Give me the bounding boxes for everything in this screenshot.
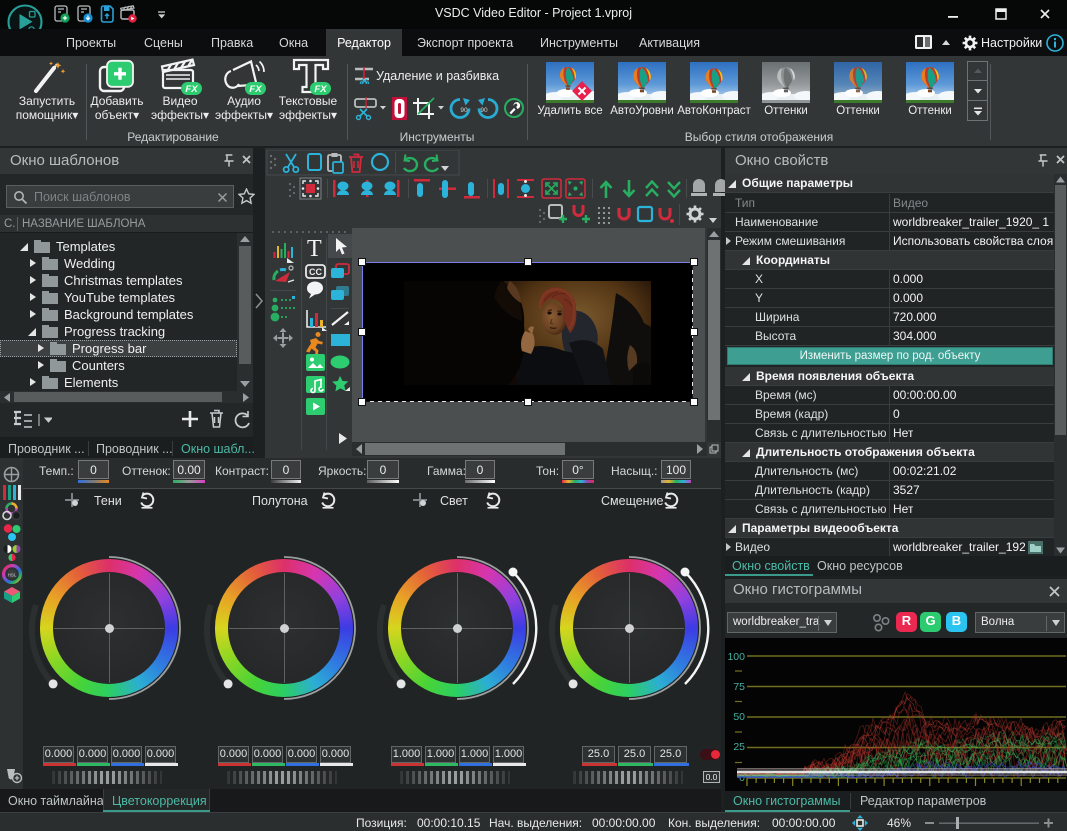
- svg-text:90: 90: [480, 107, 488, 114]
- svg-text:HSL: HSL: [8, 573, 17, 578]
- svg-text:CC: CC: [309, 267, 322, 277]
- svg-text:90: 90: [460, 107, 468, 114]
- svg-text:50: 50: [733, 711, 745, 723]
- svg-text:FX: FX: [249, 84, 262, 95]
- svg-text:FX: FX: [314, 84, 327, 95]
- svg-text:25: 25: [733, 741, 745, 753]
- svg-text:100: 100: [727, 651, 745, 663]
- svg-text:75: 75: [733, 681, 745, 693]
- svg-text:T: T: [307, 236, 322, 262]
- svg-text:FX: FX: [185, 84, 198, 95]
